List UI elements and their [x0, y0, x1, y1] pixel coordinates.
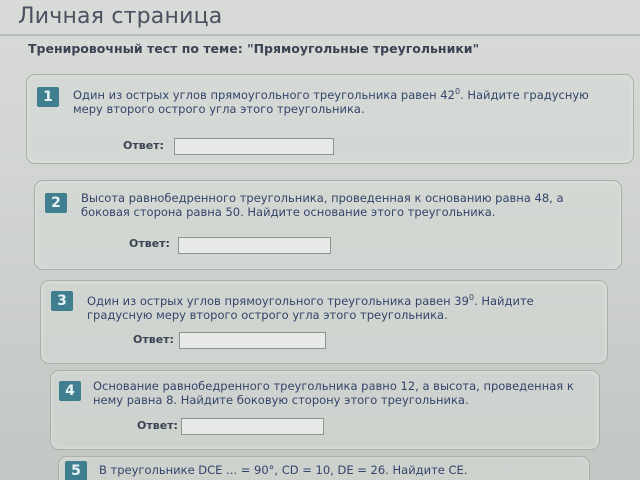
question-text-main: Один из острых углов прямоугольного треу…	[87, 293, 469, 308]
answer-label: Ответ:	[123, 139, 164, 152]
answer-label: Ответ:	[129, 237, 170, 250]
question-text: Один из острых углов прямоугольного треу…	[73, 85, 618, 116]
question-text-main: В треугольнике DCE ... = 90°, CD = 10, D…	[99, 463, 468, 477]
question-text: В треугольнике DCE ... = 90°, CD = 10, D…	[99, 463, 579, 477]
test-title: Тренировочный тест по теме: "Прямоугольн…	[28, 41, 480, 56]
question-text: Основание равнобедренного треугольника р…	[93, 379, 588, 407]
question-card-4: 4 Основание равнобедренного треугольника…	[50, 370, 600, 450]
answer-label: Ответ:	[133, 333, 174, 346]
question-card-3: 3 Один из острых углов прямоугольного тр…	[40, 280, 608, 364]
question-number-badge: 3	[51, 291, 73, 311]
answer-input-4[interactable]	[181, 418, 324, 435]
question-card-5: 5 В треугольнике DCE ... = 90°, CD = 10,…	[58, 456, 590, 480]
answer-input-2[interactable]	[178, 237, 331, 254]
question-text-main: Один из острых углов прямоугольного треу…	[73, 87, 455, 102]
page-title: Личная страница	[18, 4, 223, 29]
question-text: Высота равнобедренного треугольника, про…	[81, 191, 601, 219]
question-text-main: Основание равнобедренного треугольника р…	[93, 379, 574, 407]
answer-label: Ответ:	[137, 419, 178, 432]
title-divider	[0, 34, 640, 36]
answer-input-3[interactable]	[179, 332, 326, 349]
question-text-main: Высота равнобедренного треугольника, про…	[81, 191, 564, 219]
question-card-2: 2 Высота равнобедренного треугольника, п…	[34, 180, 622, 270]
answer-input-1[interactable]	[174, 138, 334, 155]
question-card-1: 1 Один из острых углов прямоугольного тр…	[26, 74, 634, 164]
question-number-badge: 4	[59, 381, 81, 401]
screen: Личная страница Тренировочный тест по те…	[0, 0, 640, 480]
question-text: Один из острых углов прямоугольного треу…	[87, 291, 592, 322]
question-number-badge: 1	[37, 87, 59, 107]
question-number-badge: 2	[45, 193, 67, 213]
question-number-badge: 5	[65, 461, 87, 480]
